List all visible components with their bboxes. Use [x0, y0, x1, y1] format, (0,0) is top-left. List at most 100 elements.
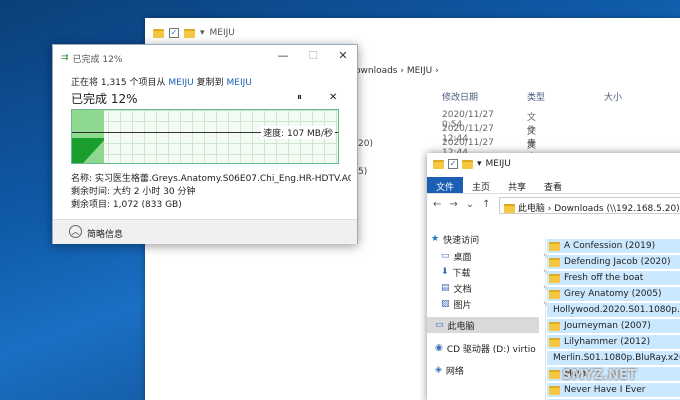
folder-icon — [549, 241, 560, 251]
folder-icon — [504, 204, 515, 213]
folder-icon — [184, 28, 195, 38]
up-arrow-icon[interactable]: ↑ — [482, 199, 490, 210]
dialog-title: 已完成 12% — [72, 54, 123, 65]
time-remaining: 剩余时间: 大约 2 小时 30 分钟 — [71, 187, 196, 197]
dropdown-icon[interactable]: ▾ — [477, 159, 482, 169]
file-name: Grey Anatomy (2005) — [564, 289, 662, 299]
network-icon: ◈ — [435, 365, 442, 375]
front-title-bar[interactable]: ✓ ▾ MEIJU — [433, 159, 511, 169]
sidebar-item-label: 下载 — [452, 268, 471, 279]
partial-text: 5) — [358, 167, 368, 177]
sidebar-item[interactable]: ◈ 网络 — [435, 362, 550, 378]
folder-icon — [549, 337, 560, 347]
chevron-down-icon[interactable]: ⌄ — [466, 199, 474, 210]
checkbox-icon[interactable]: ✓ — [169, 28, 179, 38]
dropdown-icon[interactable]: ▾ — [200, 28, 205, 38]
list-item[interactable]: Fresh off the boat — [547, 271, 680, 286]
cancel-button[interactable]: ✕ — [329, 92, 337, 103]
folder-icon — [433, 159, 444, 169]
column-type[interactable]: 类型 — [527, 90, 545, 103]
sidebar-item[interactable]: ▤文档✎ — [441, 280, 556, 296]
list-item[interactable]: Lilyhammer (2012) — [547, 335, 680, 350]
sidebar-item-label: 网络 — [445, 366, 464, 377]
desc-text: 正在将 1,315 个项目从 — [71, 78, 166, 88]
folder-icon — [549, 257, 560, 267]
copy-description: 正在将 1,315 个项目从 MEIJU 复制到 MEIJU — [71, 75, 252, 88]
sidebar-item[interactable]: ★ 快速访问 — [431, 231, 546, 247]
list-item[interactable]: Defending Jacob (2020) — [547, 255, 680, 270]
source-link[interactable]: MEIJU — [168, 78, 193, 88]
folder-icon — [549, 289, 560, 299]
sidebar-item[interactable]: ⬇下载✎ — [441, 264, 556, 280]
file-name: A Confession (2019) — [564, 241, 656, 251]
tab-home[interactable]: 主页 — [463, 177, 499, 193]
list-item[interactable]: Grey Anatomy (2005) — [547, 287, 680, 302]
address-path: 此电脑 › Downloads (\\192.168.5.20) — [517, 204, 680, 214]
column-size[interactable]: 大小 — [604, 90, 622, 103]
minimize-button[interactable]: — — [273, 49, 293, 62]
dialog-footer: ︿ 简略信息 — [53, 219, 357, 244]
file-name: Journeyman (2007) — [564, 321, 651, 331]
close-button[interactable]: ✕ — [333, 49, 353, 62]
computer-icon: ▭ — [435, 320, 444, 330]
front-explorer-window[interactable]: ✓ ▾ MEIJU 文件 主页 共享 查看 ← → ⌄ ↑ 此电脑 › Down… — [427, 153, 680, 400]
sidebar-item-label: 此电脑 — [447, 321, 475, 332]
address-segment: ownloads — [355, 66, 398, 76]
progress-heading: 已完成 12% — [71, 92, 138, 106]
list-item[interactable]: Never Have I Ever — [547, 383, 680, 398]
list-item[interactable]: Merlin.S01.1080p.BluRay.x264 — [547, 351, 680, 366]
chevron-right-icon: › — [435, 66, 439, 76]
back-address-bar[interactable]: ownloads › MEIJU › — [355, 66, 439, 76]
picture-icon: ▨ — [441, 299, 450, 309]
pause-button[interactable]: ⏸ — [297, 92, 302, 103]
fewer-details-button[interactable]: 简略信息 — [87, 227, 123, 240]
copy-icon: ⇉ — [61, 53, 69, 63]
column-date[interactable]: 修改日期 — [442, 90, 478, 103]
tab-view[interactable]: 查看 — [535, 177, 571, 193]
speed-label: 速度: 107 MB/秒 — [261, 126, 335, 139]
destination-link[interactable]: MEIJU — [227, 78, 252, 88]
folder-icon — [549, 273, 560, 283]
file-name: Defending Jacob (2020) — [564, 257, 671, 267]
document-icon: ▤ — [441, 283, 450, 293]
sidebar-item[interactable]: ▨图片✎ — [441, 296, 556, 312]
desc-text: 复制到 — [196, 78, 224, 88]
file-name: Lilyhammer (2012) — [564, 337, 651, 347]
sidebar-item-label: 快速访问 — [443, 235, 480, 246]
star-icon: ★ — [431, 234, 440, 244]
sidebar-item[interactable]: ◉ CD 驱动器 (D:) virtio — [435, 340, 550, 356]
file-name: Hollywood.2020.S01.1080p.NF — [553, 305, 680, 315]
file-name: 名称: 实习医生格蕾.Greys.Anatomy.S06E07.Chi_Eng.… — [71, 174, 351, 184]
disc-icon: ◉ — [435, 343, 443, 353]
checkbox-icon[interactable]: ✓ — [448, 159, 458, 169]
file-name: Merlin.S01.1080p.BluRay.x264 — [553, 353, 680, 363]
back-arrow-icon[interactable]: ← — [433, 199, 441, 210]
maximize-button[interactable]: ☐ — [303, 49, 323, 62]
watermark: SMYZ.NET — [562, 368, 637, 383]
front-address-bar[interactable]: 此电脑 › Downloads (\\192.168.5.20) — [499, 197, 680, 214]
folder-icon — [462, 159, 473, 169]
sidebar-item-label: 图片 — [453, 300, 472, 311]
pane-divider[interactable] — [545, 238, 546, 400]
copy-progress-dialog[interactable]: ⇉ 已完成 12% — ☐ ✕ 正在将 1,315 个项目从 MEIJU 复制到… — [52, 44, 358, 244]
list-item[interactable]: Journeyman (2007) — [547, 319, 680, 334]
folder-icon — [549, 321, 560, 331]
forward-arrow-icon[interactable]: → — [449, 199, 457, 210]
list-item[interactable]: A Confession (2019) — [547, 239, 680, 254]
file-name: Fresh off the boat — [564, 273, 644, 283]
partial-text: 20) — [358, 139, 373, 149]
speed-graph: 速度: 107 MB/秒 — [71, 109, 339, 164]
folder-icon — [153, 28, 164, 38]
sidebar-item[interactable]: ▭桌面✎ — [441, 248, 556, 264]
download-icon: ⬇ — [441, 267, 449, 277]
tab-file[interactable]: 文件 — [427, 177, 464, 193]
items-remaining: 剩余项目: 1,072 (833 GB) — [71, 200, 182, 210]
sidebar-item-label: 文档 — [453, 284, 472, 295]
ribbon-tabs: 文件 主页 共享 查看 — [427, 177, 680, 194]
chevron-up-icon[interactable]: ︿ — [69, 225, 82, 238]
folder-icon — [549, 385, 560, 395]
tab-share[interactable]: 共享 — [499, 177, 535, 193]
nav-buttons: ← → ⌄ ↑ — [433, 199, 491, 210]
list-item[interactable]: Hollywood.2020.S01.1080p.NF — [547, 303, 680, 318]
sidebar-item[interactable]: ▭ 此电脑 — [427, 317, 539, 333]
